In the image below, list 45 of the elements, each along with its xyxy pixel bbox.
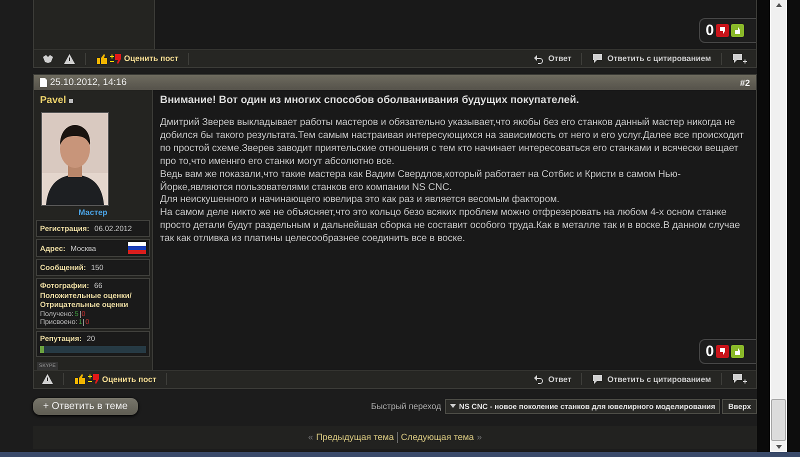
reply-arrow-icon [533, 374, 544, 384]
username-link[interactable]: Pavel [40, 95, 66, 106]
scroll-thumb[interactable] [771, 399, 786, 441]
comment-plus-icon[interactable] [732, 52, 748, 64]
post-date: 25.10.2012, 14:16 [50, 77, 127, 88]
thumb-down-icon[interactable] [716, 344, 729, 358]
thumb-up-icon[interactable] [731, 344, 744, 358]
reply-with-quote-button[interactable]: Ответить с цитированием [592, 53, 711, 64]
rating-score: 0 [706, 22, 714, 39]
scroll-down-icon[interactable] [776, 445, 782, 449]
post-paragraph: Ведь вам же показали,что такие мастера как Вадим Свердлов,который работает на Сотбис и Кристи в самом Нью-Йорке,являются пользователями станков его компании NS CNC. [160, 168, 682, 194]
hands-icon[interactable] [42, 54, 54, 64]
post-paragraph: Для неискушенного и начинающего ювелира это как раз и является весомым фактором. [160, 194, 560, 208]
reply-button[interactable]: Ответ [533, 374, 572, 384]
reply-button[interactable]: Ответ [533, 54, 572, 64]
scroll-up-icon[interactable] [776, 3, 782, 7]
thumb-up-icon[interactable] [731, 24, 744, 37]
next-arrow: » [476, 432, 482, 442]
quick-jump-label: Быстрый переход [371, 401, 442, 412]
reply-to-thread-button[interactable]: + Ответить в теме [33, 398, 138, 415]
previous-thread-link[interactable]: Предыдущая тема [316, 432, 394, 442]
previous-arrow: « [308, 432, 314, 442]
post-paragraph: Дмитрий Зверев выкладывает работы мастеров и обязательно указывает,что якобы без его станков данный мастер никогда не добился бы такого результата.Тем самым настраивая интересующихся на зависимость от него и его услуг.Далее все происходит по простой схеме.Зверев заводит приятельские отношения с тем кто начинает интересоваться его станками и всячески вещает про то,что именнго его станки могут абсолютно все. [160, 117, 745, 169]
document-icon [40, 78, 47, 87]
caret-icon [450, 404, 456, 408]
warning-icon[interactable] [64, 54, 75, 64]
rate-post-button[interactable]: Оценить пост [96, 52, 178, 64]
user-rank: Мастер [78, 208, 108, 217]
post-number-link[interactable]: #2 [740, 78, 750, 88]
post-title: Внимание! Вот один из многих способов оболванивания будущих покупателей. [160, 94, 580, 106]
thumbs-rating-icon [96, 52, 122, 64]
scrollbar[interactable] [770, 0, 787, 452]
speech-bubble-icon [592, 374, 604, 385]
reply-arrow-icon [533, 54, 544, 64]
thumb-down-icon[interactable] [716, 24, 729, 37]
flag-icon [128, 242, 146, 254]
next-thread-link[interactable]: Следующая тема [400, 432, 474, 442]
rate-post-button[interactable]: Оценить пост [74, 373, 156, 386]
speech-bubble-icon [592, 53, 604, 64]
thumbs-rating-icon [74, 373, 100, 386]
rating-score: 0 [706, 342, 714, 360]
post-paragraph: На самом деле никто же не объясняет,что это кольцо безо всяких проблем можно отфрезеровать на любом 4-х осном станке просто детали будут раздельным и дальнейшая сборка не составит особого труда.Как в металле так и в воске.В данном случае так как отливка из платины целесообразнее соединить все в воске. [160, 207, 742, 246]
warning-icon[interactable] [42, 374, 53, 384]
comment-plus-icon[interactable] [732, 373, 748, 386]
reply-with-quote-button[interactable]: Ответить с цитированием [592, 374, 711, 385]
